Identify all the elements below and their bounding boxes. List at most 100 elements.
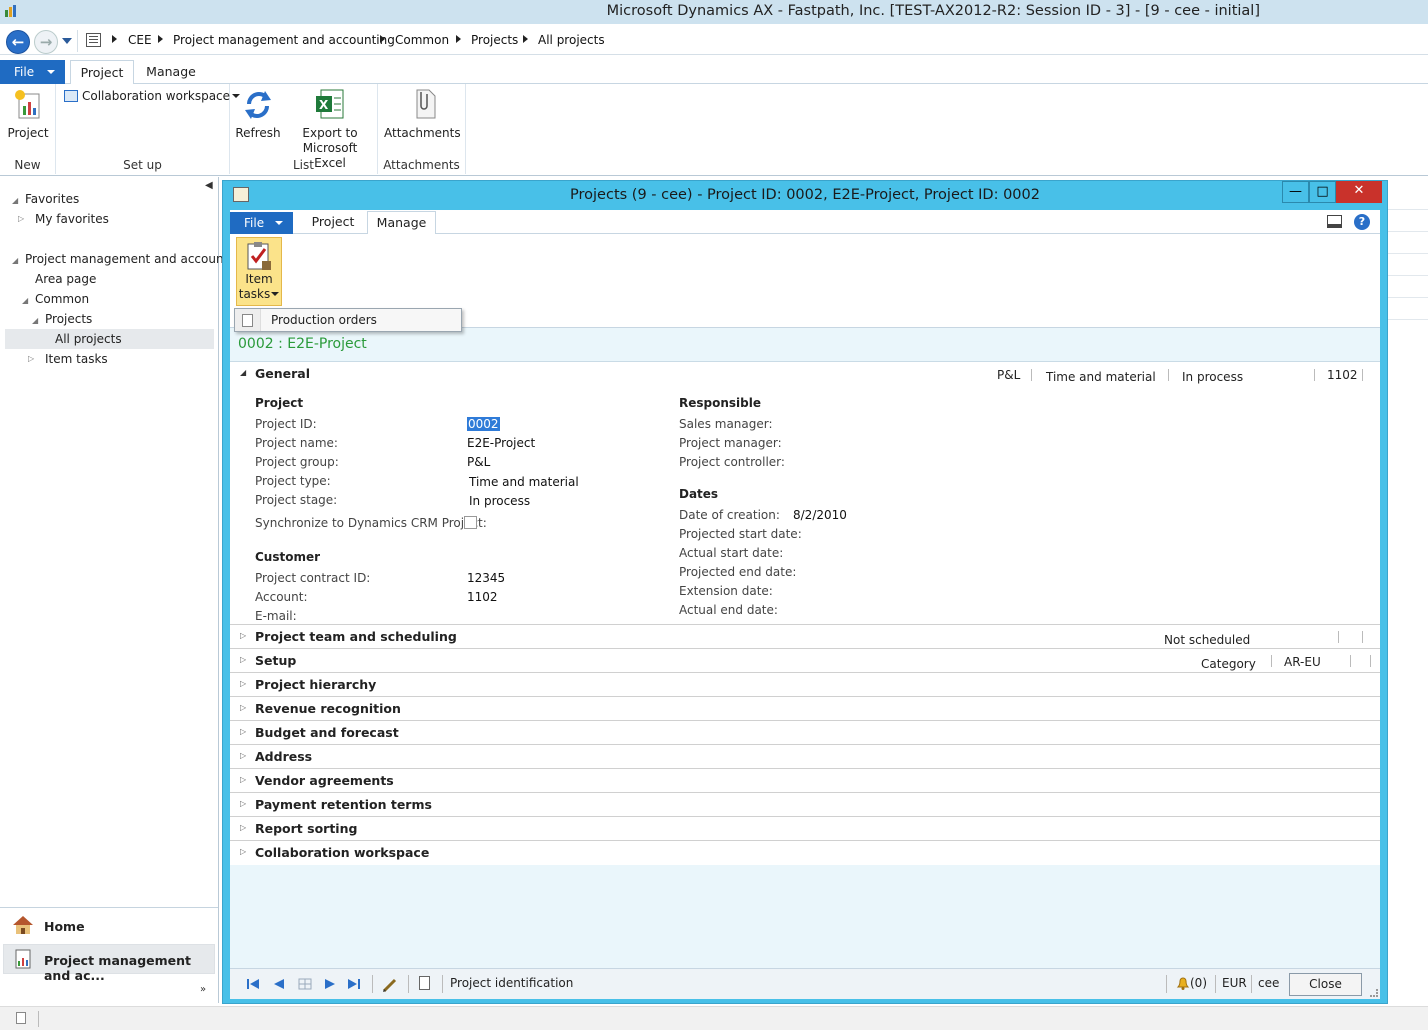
ribbon-group-list: Refresh X Export to Microsoft Excel List xyxy=(230,84,378,174)
form-title: Projects (9 - cee) - Project ID: 0002, E… xyxy=(570,187,1040,203)
collapsed-icon[interactable]: ▷ xyxy=(28,354,34,363)
field-project-type[interactable]: Time and material xyxy=(469,475,579,489)
status-divider xyxy=(1215,975,1216,993)
form-file-tab[interactable]: File xyxy=(230,212,293,234)
last-record-icon[interactable] xyxy=(347,977,361,991)
record-title-bar: 0002 : E2E-Project xyxy=(230,328,1380,362)
tree-all-projects[interactable]: All projects xyxy=(5,329,214,349)
company-indicator[interactable]: cee xyxy=(1258,976,1279,990)
collapsed-icon: ▷ xyxy=(240,751,247,760)
breadcrumb-item-common[interactable]: Common xyxy=(395,33,449,47)
history-dropdown-icon[interactable] xyxy=(62,38,72,44)
fasttab-title: Project hierarchy xyxy=(255,677,377,692)
breadcrumb-item-projects[interactable]: Projects xyxy=(471,33,518,47)
collapse-pane-icon[interactable]: ◀ xyxy=(205,180,213,191)
fasttab-report-sorting[interactable]: ▷ Report sorting xyxy=(230,817,1380,841)
label-project-name: Project name: xyxy=(255,436,338,450)
form-tab-project[interactable]: Project xyxy=(300,211,366,233)
breadcrumb-item-module[interactable]: Project management and accounting xyxy=(173,33,395,47)
tab-manage[interactable]: Manage xyxy=(138,60,204,84)
field-project-name[interactable]: E2E-Project xyxy=(467,436,535,450)
file-tab-label: File xyxy=(14,65,35,79)
svg-text:X: X xyxy=(319,98,329,112)
field-project-id[interactable]: 0002 xyxy=(467,417,500,431)
label-actual-end: Actual end date: xyxy=(679,603,778,617)
tree-item-tasks[interactable]: Item tasks xyxy=(45,352,108,366)
layout-icon[interactable] xyxy=(1327,215,1342,228)
label-extension-date: Extension date: xyxy=(679,584,773,598)
address-menu-icon[interactable] xyxy=(86,33,101,47)
breadcrumb-separator xyxy=(112,35,117,43)
collaboration-workspace-button[interactable]: Collaboration workspace xyxy=(64,89,241,105)
refresh-button[interactable]: Refresh xyxy=(234,88,282,141)
project-id-value: 0002 xyxy=(468,417,499,431)
tree-all-projects-label: All projects xyxy=(55,332,122,346)
expand-more-icon[interactable]: » xyxy=(200,984,206,995)
field-contract-id[interactable]: 12345 xyxy=(467,571,505,585)
expanded-icon[interactable]: ◢ xyxy=(12,256,18,265)
fasttab-vendor-agreements[interactable]: ▷ Vendor agreements xyxy=(230,769,1380,793)
fasttab-setup[interactable]: ▷ Setup Category AR-EU xyxy=(230,649,1380,673)
ribbon-group-label-list: List xyxy=(293,158,314,172)
collapsed-icon[interactable]: ▷ xyxy=(18,214,24,223)
collapsed-icon: ▷ xyxy=(240,775,247,784)
item-tasks-button[interactable]: Item tasks xyxy=(236,237,282,306)
tree-my-favorites[interactable]: My favorites xyxy=(35,212,109,226)
fasttab-title: Revenue recognition xyxy=(255,701,401,716)
close-button[interactable]: Close xyxy=(1289,973,1362,996)
fasttab-project-team[interactable]: ▷ Project team and scheduling Not schedu… xyxy=(230,625,1380,649)
edit-pencil-icon[interactable] xyxy=(382,977,398,993)
expanded-icon[interactable]: ◢ xyxy=(22,296,28,305)
home-button[interactable]: Home xyxy=(3,911,215,941)
tree-area-page[interactable]: Area page xyxy=(35,272,96,286)
notification-bell-icon[interactable] xyxy=(1176,976,1190,990)
back-button[interactable]: ← xyxy=(6,30,30,54)
new-project-button[interactable]: Project xyxy=(4,88,52,141)
form-tab-manage[interactable]: Manage xyxy=(367,211,436,235)
close-window-button[interactable]: ✕ xyxy=(1336,181,1382,203)
attachment-icon[interactable] xyxy=(419,976,430,990)
next-record-icon[interactable] xyxy=(323,977,337,991)
grid-view-icon[interactable] xyxy=(298,977,312,991)
field-account[interactable]: 1102 xyxy=(467,590,498,604)
file-tab[interactable]: File xyxy=(0,60,65,84)
forward-button[interactable]: → xyxy=(34,30,58,54)
breadcrumb-item-all-projects[interactable]: All projects xyxy=(538,33,605,47)
help-icon[interactable]: ? xyxy=(1354,214,1370,230)
fasttab-project-hierarchy[interactable]: ▷ Project hierarchy xyxy=(230,673,1380,697)
previous-record-icon[interactable] xyxy=(271,977,285,991)
tab-project[interactable]: Project xyxy=(70,60,134,85)
fasttab-general-header[interactable]: ◢ General P&L Time and material In proce… xyxy=(230,362,1380,386)
form-file-tab-label: File xyxy=(244,216,265,230)
tree-projects[interactable]: Projects xyxy=(45,312,92,326)
tree-module[interactable]: Project management and accoun... xyxy=(25,252,235,266)
currency-indicator[interactable]: EUR xyxy=(1222,976,1247,990)
field-project-group[interactable]: P&L xyxy=(467,455,490,469)
resize-grip-icon[interactable] xyxy=(1370,989,1378,997)
item-tasks-dropdown: Production orders xyxy=(234,308,462,332)
fasttab-title: Budget and forecast xyxy=(255,725,399,740)
first-record-icon[interactable] xyxy=(246,977,260,991)
new-project-label: Project xyxy=(7,126,49,140)
fasttab-payment-retention[interactable]: ▷ Payment retention terms xyxy=(230,793,1380,817)
attachments-button[interactable]: Attachments xyxy=(384,88,461,141)
menu-item-production-orders[interactable]: Production orders xyxy=(271,313,377,327)
fasttab-collaboration-workspace[interactable]: ▷ Collaboration workspace xyxy=(230,841,1380,865)
main-ribbon-tabs: File Project Manage xyxy=(0,59,1428,85)
tree-common[interactable]: Common xyxy=(35,292,89,306)
fasttab-address[interactable]: ▷ Address xyxy=(230,745,1380,769)
module-nav-button[interactable]: Project management and ac... xyxy=(3,944,215,983)
excel-icon: X xyxy=(315,88,345,120)
notification-count[interactable]: (0) xyxy=(1190,976,1207,990)
field-date-of-creation[interactable]: 8/2/2010 xyxy=(793,508,847,522)
tree-favorites[interactable]: Favorites xyxy=(25,192,79,206)
maximize-button[interactable]: □ xyxy=(1309,181,1336,203)
fasttab-revenue-recognition[interactable]: ▷ Revenue recognition xyxy=(230,697,1380,721)
fasttab-budget-forecast[interactable]: ▷ Budget and forecast xyxy=(230,721,1380,745)
expanded-icon[interactable]: ◢ xyxy=(32,316,38,325)
field-project-stage[interactable]: In process xyxy=(469,494,530,508)
breadcrumb-item-cee[interactable]: CEE xyxy=(128,33,152,47)
minimize-button[interactable]: — xyxy=(1282,181,1309,203)
expanded-icon[interactable]: ◢ xyxy=(12,196,18,205)
sync-crm-checkbox[interactable] xyxy=(464,516,477,529)
